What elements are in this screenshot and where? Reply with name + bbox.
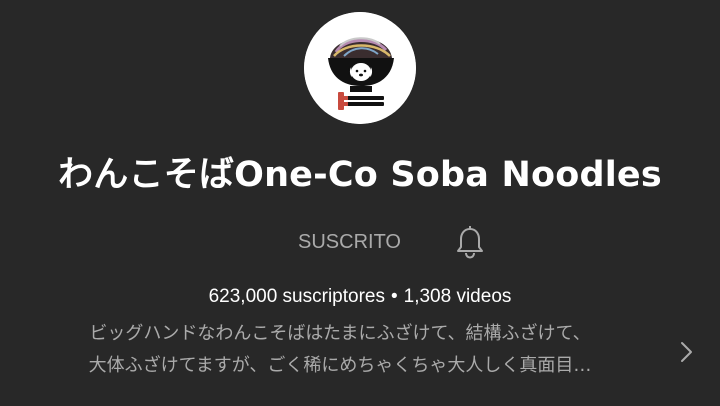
noodle-bowl-avatar-icon [304, 12, 416, 124]
video-count: 1,308 videos [403, 286, 512, 307]
channel-name: わんこそばOne-Co Soba Noodles [58, 155, 662, 195]
bell-icon[interactable] [448, 220, 492, 264]
subscriber-count: 623,000 suscriptores [208, 286, 385, 307]
subscribed-button[interactable]: SUSCRITO [286, 226, 413, 258]
description-text: ビッグハンドなわんこそばはたまにふざけて、結構ふざけて、 大体ふざけてますが、ご… [20, 318, 660, 382]
chevron-right-icon[interactable] [672, 338, 700, 366]
description-line-1: ビッグハンドなわんこそばはたまにふざけて、結構ふざけて、 [89, 323, 591, 344]
subscription-row: SUSCRITO [0, 218, 720, 266]
channel-description[interactable]: ビッグハンドなわんこそばはたまにふざけて、結構ふざけて、 大体ふざけてますが、ご… [20, 318, 700, 390]
channel-stats: 623,000 suscriptores • 1,308 videos [0, 284, 720, 310]
stats-separator: • [390, 286, 398, 307]
channel-avatar[interactable] [304, 12, 416, 124]
description-line-2: 大体ふざけてますが、ごく稀にめちゃくちゃ大人しく真面目… [88, 355, 592, 376]
